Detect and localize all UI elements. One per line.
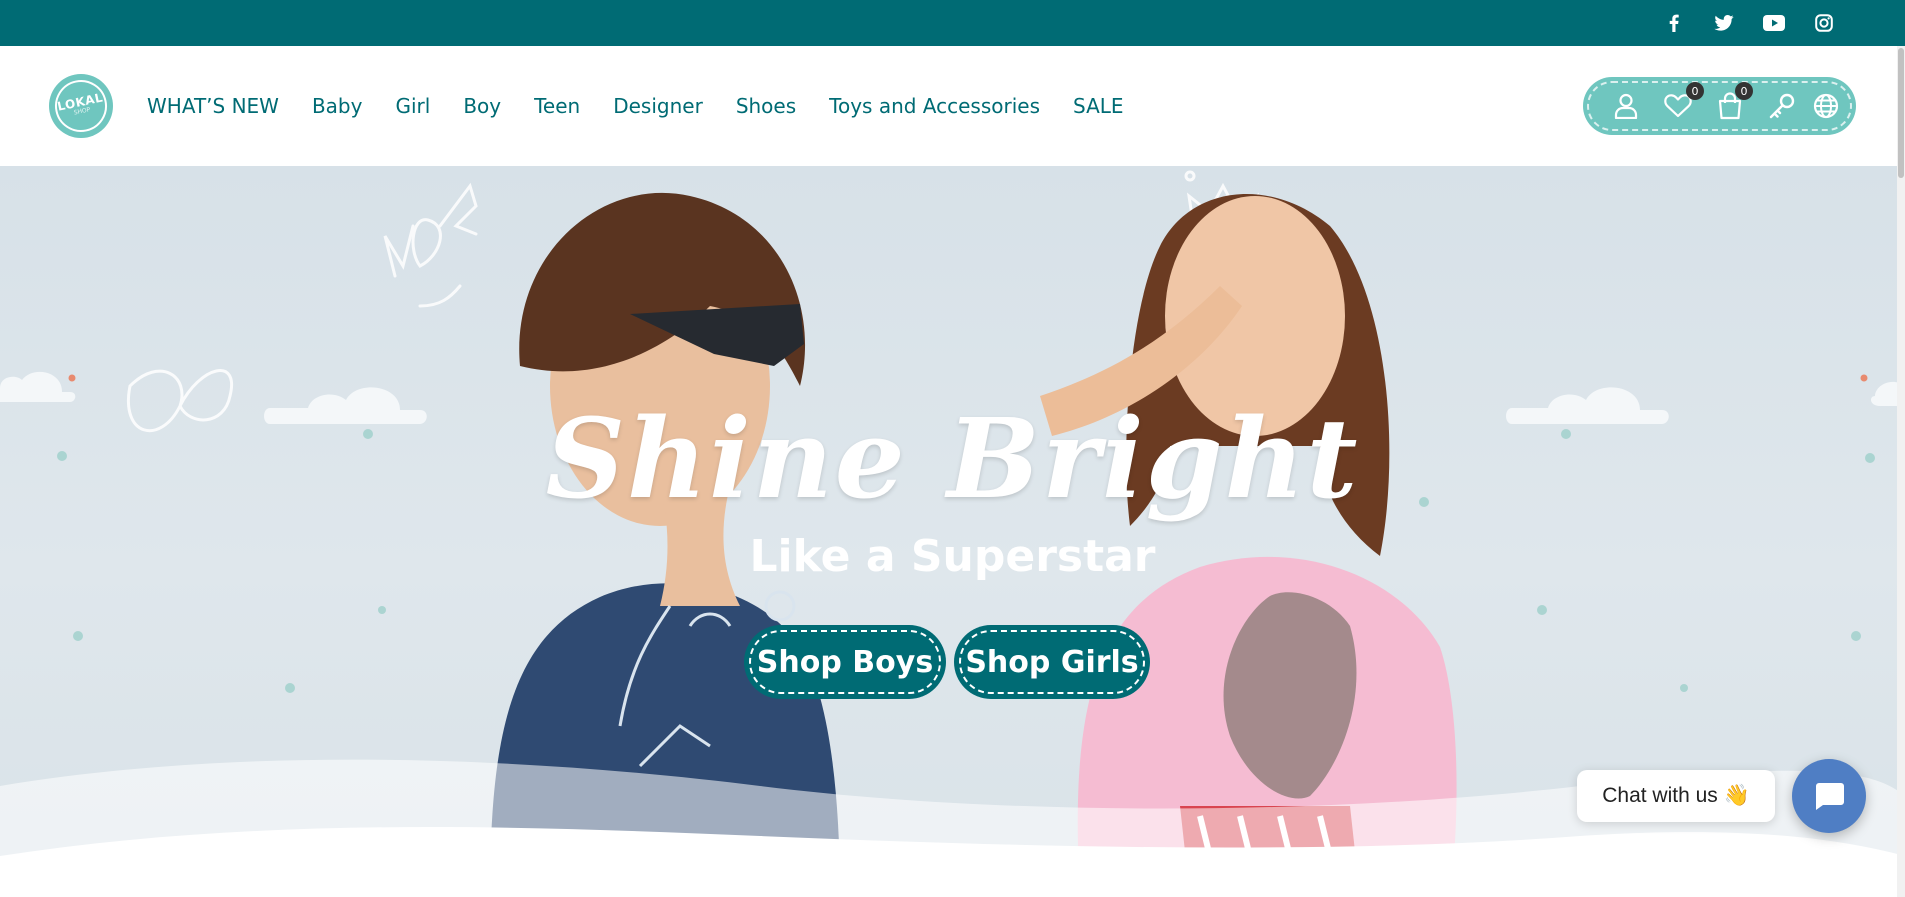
instagram-icon[interactable] [1812, 12, 1836, 34]
globe-icon[interactable] [1811, 91, 1841, 121]
nav-item-teen[interactable]: Teen [534, 92, 580, 120]
nav-item-toys-accessories[interactable]: Toys and Accessories [829, 92, 1040, 120]
shop-girls-button[interactable]: Shop Girls [954, 625, 1150, 699]
scrollbar-thumb[interactable] [1898, 48, 1904, 178]
site-logo[interactable]: LOKAL SHOP [49, 74, 113, 138]
nav-item-girl[interactable]: Girl [395, 92, 430, 120]
top-bar [0, 0, 1905, 46]
nav-item-whats-new[interactable]: WHAT’S NEW [147, 92, 279, 120]
main-nav: WHAT’S NEW Baby Girl Boy Teen Designer S… [147, 92, 1124, 120]
nav-item-sale[interactable]: SALE [1073, 92, 1124, 120]
hero-subheadline: Like a Superstar [749, 531, 1156, 582]
nav-item-boy[interactable]: Boy [463, 92, 501, 120]
nav-item-baby[interactable]: Baby [312, 92, 363, 120]
hero-headline: Shine Bright [545, 394, 1360, 523]
youtube-icon[interactable] [1762, 12, 1786, 34]
user-icon[interactable] [1611, 91, 1641, 121]
chat-icon [1816, 783, 1844, 810]
nav-item-designer[interactable]: Designer [613, 92, 703, 120]
key-icon[interactable] [1767, 91, 1797, 121]
cart-count-badge: 0 [1735, 82, 1753, 100]
chat-open-button[interactable] [1792, 759, 1866, 833]
shop-boys-button[interactable]: Shop Boys [744, 625, 946, 699]
logo-ring: LOKAL SHOP [50, 75, 112, 137]
site-header: LOKAL SHOP WHAT’S NEW Baby Girl Boy Teen… [0, 46, 1905, 166]
chat-prompt[interactable]: Chat with us 👋 [1577, 770, 1775, 822]
wishlist-count-badge: 0 [1686, 82, 1704, 100]
facebook-icon[interactable] [1662, 12, 1686, 34]
header-icon-group: 0 0 [1583, 77, 1856, 135]
nav-item-shoes[interactable]: Shoes [736, 92, 796, 120]
twitter-icon[interactable] [1712, 12, 1736, 34]
